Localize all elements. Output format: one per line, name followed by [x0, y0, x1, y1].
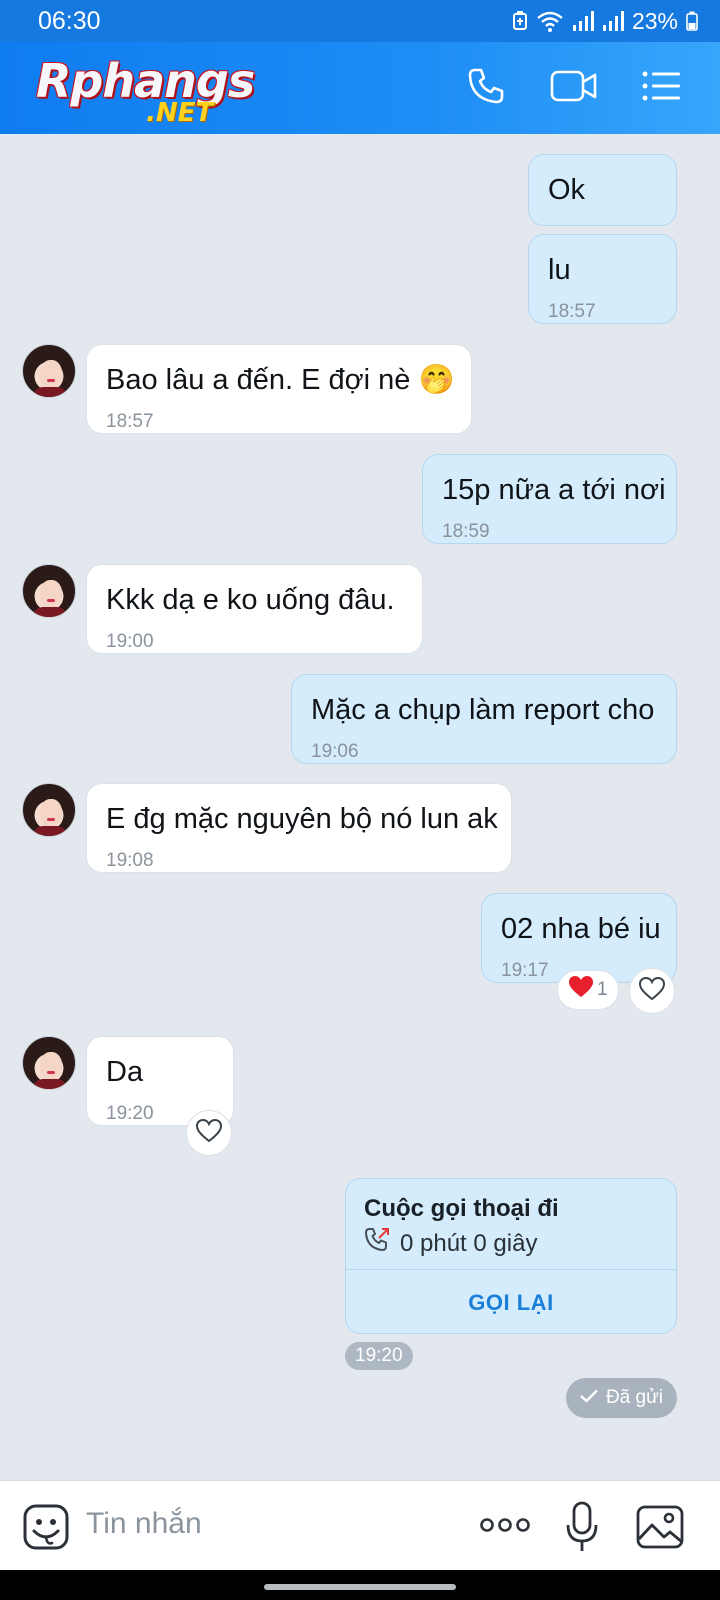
status-icons: 23%	[512, 8, 698, 35]
react-heart-button[interactable]	[186, 1110, 232, 1156]
message-time: 19:06	[311, 741, 359, 762]
image-gallery-icon[interactable]	[636, 1505, 684, 1554]
call-log-card[interactable]: Cuộc gọi thoại đi 0 phút 0 giây GỌI LẠI	[345, 1178, 677, 1334]
message-text: Kkk dạ e ko uống đâu.	[106, 584, 395, 616]
message-time: 19:17	[501, 960, 549, 981]
check-icon	[580, 1387, 598, 1409]
watermark-logo: Rphangs .NET	[36, 54, 256, 132]
message-text: Ok	[548, 174, 586, 206]
message-time: 19:00	[106, 631, 154, 652]
message-bubble-sent[interactable]: Mặc a chụp làm report cho 19:06	[291, 674, 677, 764]
sent-status-text: Đã gửi	[605, 1387, 664, 1408]
message-time: 18:57	[548, 301, 596, 322]
call-duration-row: 0 phút 0 giây	[364, 1227, 537, 1260]
message-text: Da	[106, 1056, 144, 1088]
call-duration: 0 phút 0 giây	[400, 1229, 538, 1257]
battery-icon	[686, 11, 698, 31]
home-gesture-handle[interactable]	[264, 1584, 456, 1590]
message-time: 19:20	[106, 1103, 154, 1124]
chat-header: Rphangs .NET	[0, 42, 720, 134]
heart-outline-icon	[638, 976, 666, 1006]
more-options-icon[interactable]	[480, 1515, 530, 1540]
redial-button[interactable]: GỌI LẠI	[346, 1270, 676, 1333]
battery-percent: 23%	[631, 7, 678, 34]
status-bar: 06:30 23%	[0, 0, 720, 42]
message-input[interactable]: Tin nhắn	[86, 1507, 202, 1541]
avatar[interactable]	[22, 564, 76, 618]
message-time: 18:59	[442, 521, 490, 542]
heart-outline-icon	[195, 1118, 223, 1148]
sticker-icon[interactable]	[22, 1503, 70, 1556]
message-bubble-sent[interactable]: 15p nữa a tới nơi 18:59	[422, 454, 677, 544]
reaction-count: 1	[597, 979, 608, 1000]
avatar[interactable]	[22, 344, 76, 398]
message-bubble-received[interactable]: E đg mặc nguyên bộ nó lun ak 19:08	[86, 783, 512, 873]
message-text: lu	[548, 254, 571, 286]
call-time: 19:20	[345, 1342, 413, 1370]
message-time: 18:57	[106, 411, 154, 432]
signal-icon	[602, 10, 624, 32]
battery-saver-icon	[512, 11, 528, 31]
message-bubble-sent[interactable]: Ok	[528, 154, 677, 226]
phone-icon[interactable]	[466, 66, 506, 111]
message-text: Bao lâu a đến. E đợi nè 🤭	[106, 364, 455, 396]
message-text: Mặc a chụp làm report cho	[311, 694, 655, 726]
avatar[interactable]	[22, 783, 76, 837]
react-heart-button[interactable]	[629, 968, 675, 1014]
call-title: Cuộc gọi thoại đi	[364, 1195, 559, 1222]
message-time: 19:08	[106, 850, 154, 871]
message-list[interactable]: Ok lu 18:57 Bao lâu a đến. E đợi nè 🤭 18…	[0, 134, 720, 1480]
logo-subtext: .NET	[146, 98, 214, 128]
outgoing-call-icon	[364, 1227, 390, 1260]
video-call-icon[interactable]	[550, 68, 598, 109]
status-time: 06:30	[38, 6, 101, 35]
avatar[interactable]	[22, 1036, 76, 1090]
system-nav-bar	[0, 1570, 720, 1600]
message-text: E đg mặc nguyên bộ nó lun ak	[106, 803, 498, 835]
message-bubble-received[interactable]: Bao lâu a đến. E đợi nè 🤭 18:57	[86, 344, 472, 434]
reaction-badge[interactable]: 1	[557, 970, 619, 1010]
message-bubble-sent[interactable]: lu 18:57	[528, 234, 677, 324]
wifi-icon	[536, 10, 564, 32]
message-text: 02 nha bé iu	[501, 913, 661, 945]
sent-status: Đã gửi	[566, 1378, 677, 1418]
message-bubble-received[interactable]: Kkk dạ e ko uống đâu. 19:00	[86, 564, 423, 654]
microphone-icon[interactable]	[566, 1501, 598, 1558]
menu-list-icon[interactable]	[642, 70, 682, 107]
signal-icon	[572, 10, 594, 32]
heart-filled-icon	[568, 975, 594, 1005]
composer-bar: Tin nhắn	[0, 1480, 720, 1570]
message-text: 15p nữa a tới nơi	[442, 474, 666, 506]
